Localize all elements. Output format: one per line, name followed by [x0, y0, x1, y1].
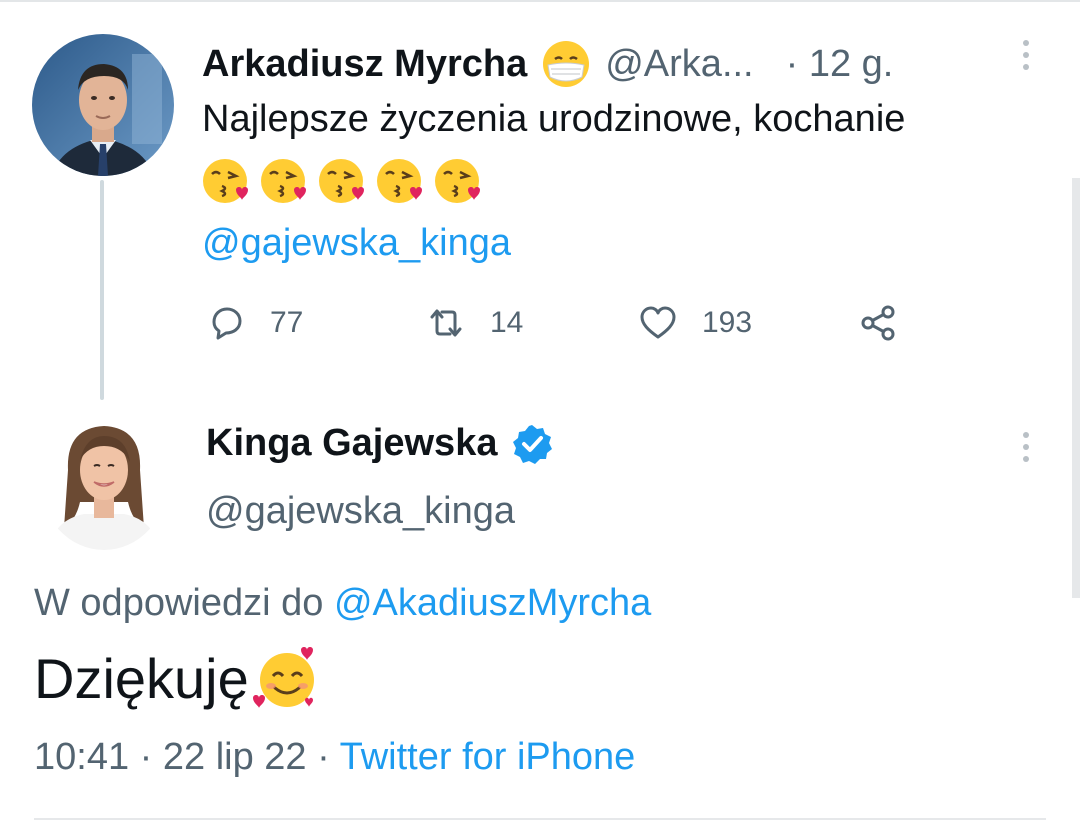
avatar-arkadiusz[interactable]	[32, 34, 174, 176]
kissing-heart-icon	[203, 159, 248, 203]
tweet2-text-row: Dziękuję	[34, 640, 325, 716]
like-count: 193	[702, 306, 753, 339]
reply-icon	[212, 307, 242, 340]
tweet1-emoji-row	[200, 156, 482, 206]
share-icon	[861, 305, 895, 341]
tweet2-meta: 10:41 · 22 lip 22 · Twitter for iPhone	[34, 736, 635, 779]
more-options-icon[interactable]	[1022, 432, 1030, 462]
reply-to-link[interactable]: @AkadiuszMyrcha	[334, 582, 651, 624]
reply-prefix: W odpowiedzi do	[34, 582, 334, 624]
smiling-hearts-icon	[252, 647, 314, 708]
kissing-heart-icon	[261, 159, 306, 203]
tweet2-author-handle[interactable]: @gajewska_kinga	[206, 490, 515, 533]
tweet1-header: Arkadiusz Myrcha @Arka... · 12 g.	[202, 38, 893, 90]
like-icon	[640, 306, 676, 339]
reply-button[interactable]: 77	[206, 298, 303, 348]
tweet1-mention-link[interactable]: @gajewska_kinga	[202, 222, 511, 265]
tweet2-header: Kinga Gajewska	[206, 422, 553, 465]
reply-count: 77	[270, 306, 304, 339]
retweet-count: 14	[490, 306, 524, 339]
retweet-button[interactable]: 14	[426, 298, 523, 348]
kissing-heart-icon	[319, 159, 364, 203]
reply-context: W odpowiedzi do @AkadiuszMyrcha	[34, 582, 651, 625]
bottom-divider	[34, 818, 1046, 820]
face-with-mask-icon	[543, 41, 590, 87]
tweet2-author-name[interactable]: Kinga Gajewska	[206, 422, 497, 465]
tweet1-time[interactable]: · 12 g.	[786, 43, 894, 86]
retweet-icon	[430, 309, 462, 337]
thread-connector	[100, 180, 104, 400]
like-button[interactable]: 193	[638, 298, 752, 348]
tweet2-text: Dziękuję	[34, 646, 249, 710]
kissing-heart-icon	[377, 159, 422, 203]
tweet1-text: Najlepsze życzenia urodzinowe, kochanie	[202, 98, 906, 140]
more-options-icon[interactable]	[1022, 40, 1030, 70]
tweet1-author-handle[interactable]: @Arka...	[605, 43, 753, 86]
verified-badge-icon	[513, 424, 553, 464]
tweet1-author-name[interactable]: Arkadiusz Myrcha	[202, 43, 527, 86]
top-divider	[0, 0, 1080, 2]
tweet2-timestamp[interactable]: 10:41 · 22 lip 22 ·	[34, 736, 340, 778]
tweet2-source[interactable]: Twitter for iPhone	[340, 736, 636, 778]
scrollbar[interactable]	[1072, 178, 1080, 598]
kissing-heart-icon	[435, 159, 480, 203]
share-button[interactable]	[858, 298, 898, 348]
avatar-kinga[interactable]	[40, 410, 168, 550]
